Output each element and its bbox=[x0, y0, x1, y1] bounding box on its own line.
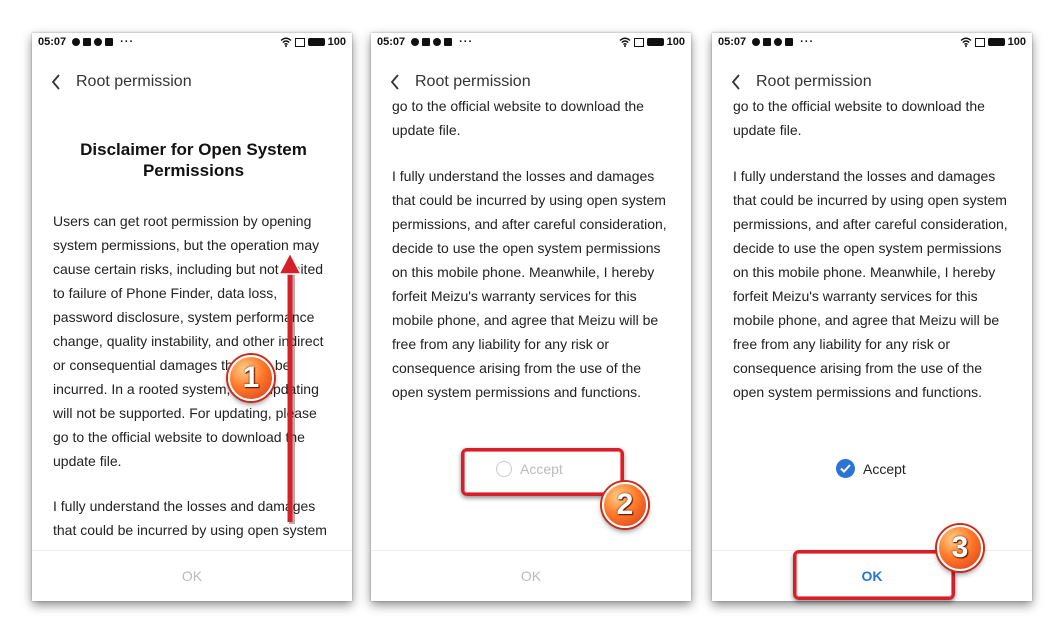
disclaimer-paragraph: I fully understand the losses and damage… bbox=[392, 168, 667, 400]
more-notifications: ··· bbox=[120, 36, 135, 48]
status-bar: 05:07 ··· 100 bbox=[712, 33, 1032, 51]
mail-icon bbox=[444, 38, 453, 46]
chat-icon bbox=[94, 38, 103, 46]
back-arrow-icon[interactable] bbox=[728, 74, 744, 90]
ok-button[interactable]: OK bbox=[182, 568, 202, 584]
battery-icon bbox=[987, 38, 1005, 46]
status-time: 05:07 bbox=[377, 36, 406, 48]
disclaimer-heading: Disclaimer for Open System Permissions bbox=[80, 140, 307, 180]
status-bar: 05:07 ··· 100 bbox=[371, 33, 691, 51]
wifi-icon bbox=[960, 37, 972, 47]
step-badge-3: 3 bbox=[937, 525, 983, 571]
accept-checkbox[interactable]: Accept bbox=[836, 459, 906, 478]
step-badge-1: 1 bbox=[228, 355, 274, 401]
footer-bar: OK bbox=[371, 550, 691, 601]
disclaimer-content[interactable]: go to the official website to download t… bbox=[712, 101, 1032, 549]
notification-icons: ··· bbox=[411, 36, 473, 48]
step-badge-2: 2 bbox=[602, 482, 648, 528]
battery-level: 100 bbox=[1007, 36, 1026, 48]
wifi-icon bbox=[280, 37, 292, 47]
notification-icon bbox=[763, 38, 772, 46]
screen-icon bbox=[974, 37, 985, 47]
chat-icon bbox=[774, 38, 783, 46]
disclaimer-top-text: go to the official website to download t… bbox=[733, 101, 985, 138]
notification-icon bbox=[422, 38, 431, 46]
wifi-icon bbox=[619, 37, 631, 47]
more-notifications: ··· bbox=[459, 36, 474, 48]
screen-icon bbox=[294, 37, 305, 47]
page-title: Root permission bbox=[76, 73, 192, 90]
more-notifications: ··· bbox=[800, 36, 815, 48]
app-header: Root permission bbox=[371, 67, 691, 97]
checkmark-icon[interactable] bbox=[836, 459, 855, 478]
page-title: Root permission bbox=[415, 73, 531, 90]
notification-icons: ··· bbox=[72, 36, 134, 48]
accept-label: Accept bbox=[863, 460, 906, 477]
battery-icon bbox=[307, 38, 325, 46]
ok-highlight-box bbox=[793, 550, 955, 600]
page-title: Root permission bbox=[756, 73, 872, 90]
disclaimer-paragraph: I fully understand the losses and damage… bbox=[733, 168, 1008, 400]
disclaimer-top-text: go to the official website to download t… bbox=[392, 101, 644, 138]
status-time: 05:07 bbox=[38, 36, 67, 48]
app-header: Root permission bbox=[712, 67, 1032, 97]
app-header: Root permission bbox=[32, 67, 352, 97]
notification-icon bbox=[83, 38, 92, 46]
screen-icon bbox=[633, 37, 644, 47]
accept-highlight-box bbox=[461, 448, 624, 496]
back-arrow-icon[interactable] bbox=[387, 74, 403, 90]
notification-icons: ··· bbox=[752, 36, 814, 48]
notification-icon bbox=[411, 38, 420, 46]
notification-icon bbox=[752, 38, 761, 46]
status-time: 05:07 bbox=[718, 36, 747, 48]
notification-icon bbox=[72, 38, 81, 46]
back-arrow-icon[interactable] bbox=[48, 74, 64, 90]
phone-screen-3: 05:07 ··· 100 Root permission go to the … bbox=[712, 33, 1032, 601]
status-bar: 05:07 ··· 100 bbox=[32, 33, 352, 51]
ok-button[interactable]: OK bbox=[521, 568, 541, 584]
battery-level: 100 bbox=[327, 36, 346, 48]
mail-icon bbox=[785, 38, 794, 46]
battery-icon bbox=[646, 38, 664, 46]
scroll-up-arrow-icon bbox=[277, 251, 303, 524]
battery-level: 100 bbox=[666, 36, 685, 48]
mail-icon bbox=[105, 38, 114, 46]
footer-bar: OK bbox=[32, 550, 352, 601]
chat-icon bbox=[433, 38, 442, 46]
